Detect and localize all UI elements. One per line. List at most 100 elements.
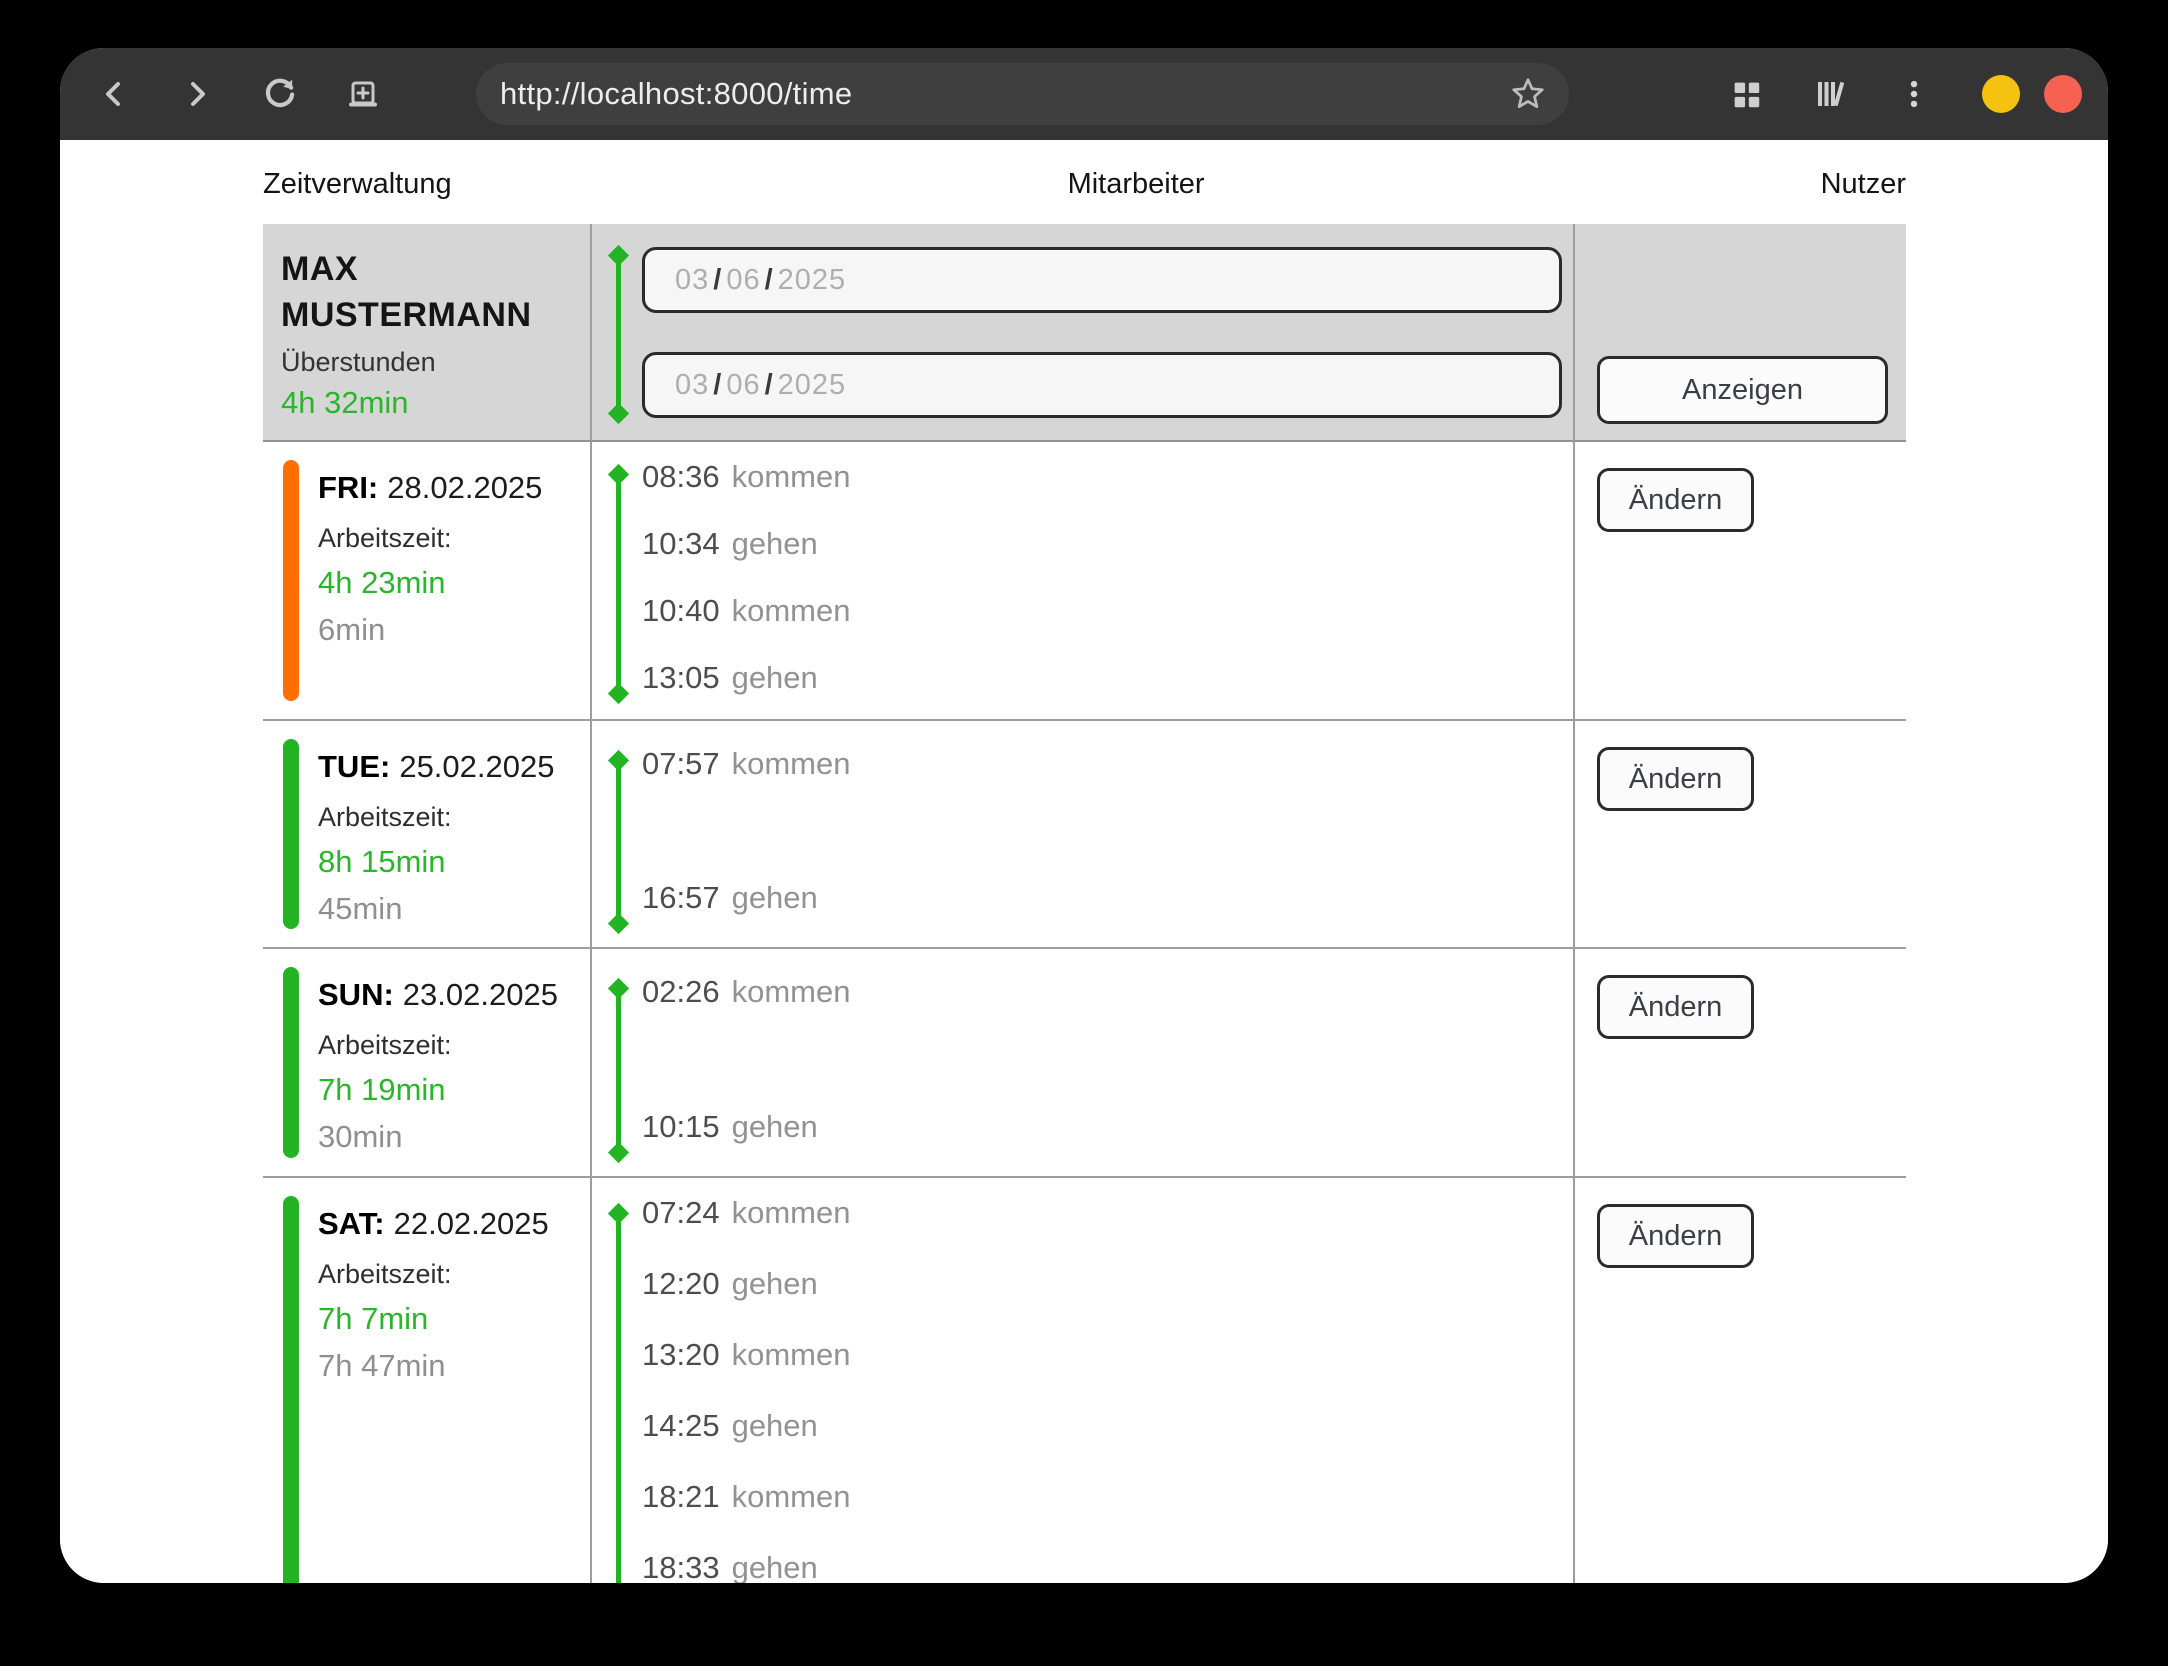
edit-button[interactable]: Ändern (1597, 468, 1754, 532)
page-content: Zeitverwaltung Mitarbeiter Nutzer MAX MU… (263, 140, 1906, 1583)
time-entries-cell: 08:36kommen 10:34gehen 10:40kommen 13:05… (590, 442, 1575, 719)
day-status-bar (283, 967, 299, 1158)
timeline-connector (616, 761, 621, 923)
nav-item-mitarbeiter[interactable]: Mitarbeiter (1068, 168, 1205, 201)
breaktime-value: 6min (318, 612, 590, 648)
nav-item-nutzer[interactable]: Nutzer (1821, 168, 1906, 201)
worktime-value: 7h 7min (318, 1301, 590, 1337)
day-summary-cell: SUN: 23.02.2025 Arbeitszeit: 7h 19min 30m… (263, 949, 590, 1176)
day-status-bar (283, 460, 299, 701)
time-entry: 10:15gehen (642, 1110, 1573, 1150)
date-separator: / (713, 264, 722, 297)
time-entry: 08:36kommen (642, 460, 1573, 500)
employee-name-line1: MAX (281, 246, 590, 292)
day-row: FRI:28.02.2025 Arbeitszeit: 4h 23min 6mi… (263, 442, 1906, 721)
day-row: SUN: 23.02.2025 Arbeitszeit: 7h 19min 30m… (263, 949, 1906, 1178)
show-button-cell: Anzeigen (1575, 224, 1906, 440)
day-label: TUE: (318, 749, 390, 784)
menu-kebab-icon (1897, 77, 1931, 111)
time-entry: 13:05gehen (642, 661, 1573, 701)
day-status-bar (283, 1196, 299, 1583)
time-entry: 18:33gehen (642, 1551, 1573, 1583)
back-button[interactable] (86, 66, 142, 122)
summary-header: MAX MUSTERMANN Überstunden 4h 32min 03/0… (263, 224, 1906, 442)
day-date: 25.02.2025 (399, 749, 554, 784)
time-entry: 07:57kommen (642, 747, 1573, 787)
time-entries-cell: 02:26kommen 10:15gehen (590, 949, 1575, 1176)
date-from-day: 06 (726, 264, 760, 297)
overtime-value: 4h 32min (281, 385, 590, 421)
toolbar-right-group (1690, 66, 2082, 122)
time-entry: 16:57gehen (642, 881, 1573, 921)
date-range-connector (616, 256, 621, 413)
worktime-label: Arbeitszeit: (318, 523, 590, 554)
time-entry: 07:24kommen (642, 1196, 1573, 1236)
worktime-value: 7h 19min (318, 1072, 590, 1108)
back-icon (96, 76, 132, 112)
employee-name-line2: MUSTERMANN (281, 292, 590, 338)
row-action-cell: Ändern (1575, 1178, 1906, 1583)
time-entry: 12:20gehen (642, 1267, 1573, 1307)
browser-window: http://localhost:8000/time (60, 48, 2108, 1583)
breaktime-value: 45min (318, 891, 590, 927)
row-action-cell: Ändern (1575, 949, 1906, 1176)
bookmark-star-icon[interactable] (1509, 75, 1547, 113)
date-to-day: 06 (726, 369, 760, 402)
day-summary-cell: TUE: 25.02.2025 Arbeitszeit: 8h 15min 45m… (263, 721, 590, 947)
close-button[interactable] (2044, 75, 2082, 113)
timeline-connector (616, 475, 621, 693)
worktime-label: Arbeitszeit: (318, 802, 590, 833)
employee-summary: MAX MUSTERMANN Überstunden 4h 32min (263, 224, 590, 440)
time-entry: 18:21kommen (642, 1480, 1573, 1520)
day-label: FRI: (318, 470, 378, 505)
minimize-button[interactable] (1982, 75, 2020, 113)
day-status-bar (283, 739, 299, 929)
forward-icon (179, 76, 215, 112)
day-label: SUN: (318, 977, 394, 1012)
tab-overview-icon (1729, 77, 1763, 111)
date-separator: / (765, 264, 774, 297)
web-page: Zeitverwaltung Mitarbeiter Nutzer MAX MU… (60, 140, 2108, 1583)
edit-button[interactable]: Ändern (1597, 747, 1754, 811)
edit-button[interactable]: Ändern (1597, 975, 1754, 1039)
date-separator: / (765, 369, 774, 402)
worktime-value: 8h 15min (318, 844, 590, 880)
url-bar[interactable]: http://localhost:8000/time (476, 63, 1569, 125)
reload-button[interactable] (252, 66, 308, 122)
tab-overview-button[interactable] (1718, 66, 1774, 122)
time-entries-cell: 07:57kommen 16:57gehen (590, 721, 1575, 947)
new-tab-button[interactable] (335, 66, 391, 122)
timeline-connector (616, 989, 621, 1152)
day-date: 23.02.2025 (403, 977, 558, 1012)
row-action-cell: Ändern (1575, 721, 1906, 947)
new-tab-icon (345, 76, 381, 112)
menu-button[interactable] (1886, 66, 1942, 122)
show-button[interactable]: Anzeigen (1597, 356, 1888, 424)
date-to-year: 2025 (778, 369, 847, 402)
time-entries-cell: 07:24kommen 12:20gehen 13:20kommen 14:25… (590, 1178, 1575, 1583)
date-to-input[interactable]: 03/06/2025 (642, 352, 1562, 418)
library-button[interactable] (1802, 66, 1858, 122)
forward-button[interactable] (169, 66, 225, 122)
worktime-value: 4h 23min (318, 565, 590, 601)
date-from-year: 2025 (778, 264, 847, 297)
day-row: SAT:22.02.2025 Arbeitszeit: 7h 7min 7h 4… (263, 1178, 1906, 1583)
time-entry: 02:26kommen (642, 975, 1573, 1015)
nav-item-zeitverwaltung[interactable]: Zeitverwaltung (263, 168, 452, 201)
overtime-label: Überstunden (281, 347, 590, 378)
worktime-label: Arbeitszeit: (318, 1030, 590, 1061)
timeline-connector (616, 1214, 621, 1583)
top-nav: Zeitverwaltung Mitarbeiter Nutzer (263, 140, 1906, 224)
day-label: SAT: (318, 1206, 385, 1241)
screen: http://localhost:8000/time (0, 0, 2168, 1666)
breaktime-value: 30min (318, 1119, 590, 1155)
date-from-input[interactable]: 03/06/2025 (642, 247, 1562, 313)
library-icon (1812, 76, 1848, 112)
date-range-cell: 03/06/2025 03/06/2025 (590, 224, 1575, 440)
url-text: http://localhost:8000/time (500, 76, 1509, 112)
time-entry: 10:34gehen (642, 527, 1573, 567)
worktime-label: Arbeitszeit: (318, 1259, 590, 1290)
row-action-cell: Ändern (1575, 442, 1906, 719)
day-row: TUE: 25.02.2025 Arbeitszeit: 8h 15min 45m… (263, 721, 1906, 949)
edit-button[interactable]: Ändern (1597, 1204, 1754, 1268)
